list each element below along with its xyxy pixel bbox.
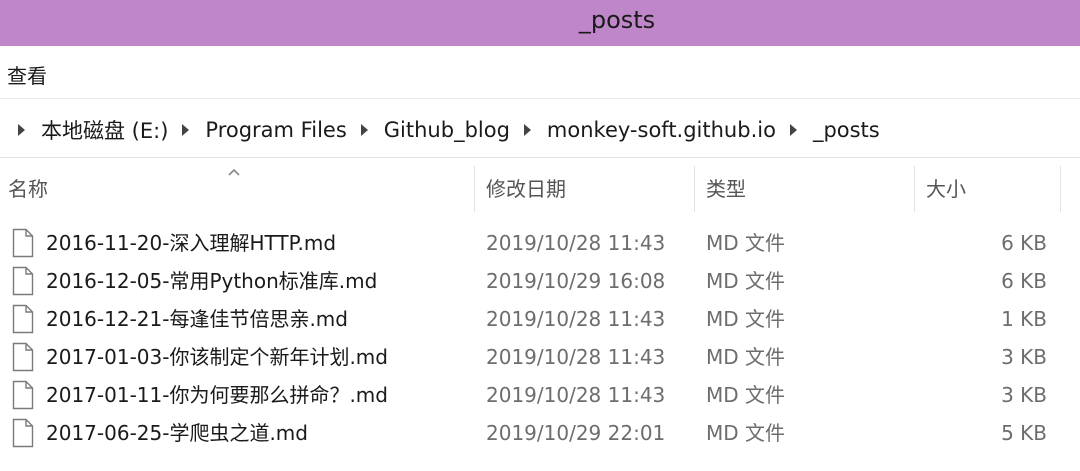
file-name[interactable]: 2016-12-21-每逢佳节倍思亲.md [46,300,348,338]
file-size: 1 KB [1001,307,1047,331]
file-row[interactable]: 2017-06-25-学爬虫之道.md 2019/10/29 22:01 MD … [0,414,1080,452]
file-row[interactable]: 2017-01-11-你为何要那么拼命？.md 2019/10/28 11:43… [0,376,1080,414]
file-icon [12,380,34,410]
breadcrumb-posts[interactable]: _posts [813,118,880,142]
column-divider[interactable] [914,166,915,212]
column-divider[interactable] [474,166,475,212]
column-modified[interactable]: 修改日期 [486,160,566,218]
file-type: MD 文件 [706,383,786,407]
file-row[interactable]: 2016-11-20-深入理解HTTP.md 2019/10/28 11:43 … [0,224,1080,262]
title-bar[interactable]: _posts [0,0,1080,46]
breadcrumb-site[interactable]: monkey-soft.github.io [547,118,776,142]
file-size: 5 KB [1001,421,1047,445]
column-divider[interactable] [694,166,695,212]
menu-view[interactable]: 查看 [7,60,47,89]
file-modified: 2019/10/29 22:01 [486,421,666,445]
window-title: _posts [578,6,656,34]
file-modified: 2019/10/28 11:43 [486,307,666,331]
breadcrumb-program-files[interactable]: Program Files [205,118,346,142]
file-type: MD 文件 [706,269,786,293]
file-modified: 2019/10/28 11:43 [486,345,666,369]
file-modified: 2019/10/28 11:43 [486,231,666,255]
file-row[interactable]: 2016-12-05-常用Python标准库.md 2019/10/29 16:… [0,262,1080,300]
file-row[interactable]: 2017-01-03-你该制定个新年计划.md 2019/10/28 11:43… [0,338,1080,376]
file-modified: 2019/10/29 16:08 [486,269,666,293]
file-name[interactable]: 2017-01-03-你该制定个新年计划.md [46,338,388,376]
column-size[interactable]: 大小 [926,160,966,218]
file-icon [12,228,34,258]
chevron-right-icon[interactable] [182,124,190,136]
breadcrumb-github-blog[interactable]: Github_blog [384,118,510,142]
file-icon [12,266,34,296]
file-size: 3 KB [1001,383,1047,407]
file-icon [12,304,34,334]
chevron-right-icon[interactable] [360,124,368,136]
breadcrumb-local-disk[interactable]: 本地磁盘 (E:) [41,115,168,145]
column-name[interactable]: 名称 [8,160,48,218]
chevron-right-icon[interactable] [18,124,25,136]
file-explorer-window: _posts 查看 本地磁盘 (E:) Program Files Github… [0,0,1080,471]
file-type: MD 文件 [706,231,786,255]
file-name[interactable]: 2016-11-20-深入理解HTTP.md [46,224,336,262]
file-type: MD 文件 [706,421,786,445]
file-modified: 2019/10/28 11:43 [486,383,666,407]
column-header: 名称 修改日期 类型 大小 [0,160,1080,218]
column-divider[interactable] [1060,166,1061,212]
chevron-right-icon[interactable] [523,124,531,136]
column-type[interactable]: 类型 [706,160,746,218]
file-type: MD 文件 [706,345,786,369]
file-name[interactable]: 2017-01-11-你为何要那么拼命？.md [46,376,388,414]
address-bar[interactable]: 本地磁盘 (E:) Program Files Github_blog monk… [0,99,1080,158]
sort-ascending-icon [228,168,240,176]
file-size: 3 KB [1001,345,1047,369]
file-name[interactable]: 2016-12-05-常用Python标准库.md [46,262,377,300]
file-icon [12,418,34,448]
file-type: MD 文件 [706,307,786,331]
breadcrumb: 本地磁盘 (E:) Program Files Github_blog monk… [14,115,890,145]
chevron-right-icon[interactable] [789,124,797,136]
file-size: 6 KB [1001,269,1047,293]
menu-bar: 查看 [0,46,1080,99]
file-name[interactable]: 2017-06-25-学爬虫之道.md [46,414,308,452]
file-icon [12,342,34,372]
file-row[interactable]: 2016-12-21-每逢佳节倍思亲.md 2019/10/28 11:43 M… [0,300,1080,338]
file-size: 6 KB [1001,231,1047,255]
